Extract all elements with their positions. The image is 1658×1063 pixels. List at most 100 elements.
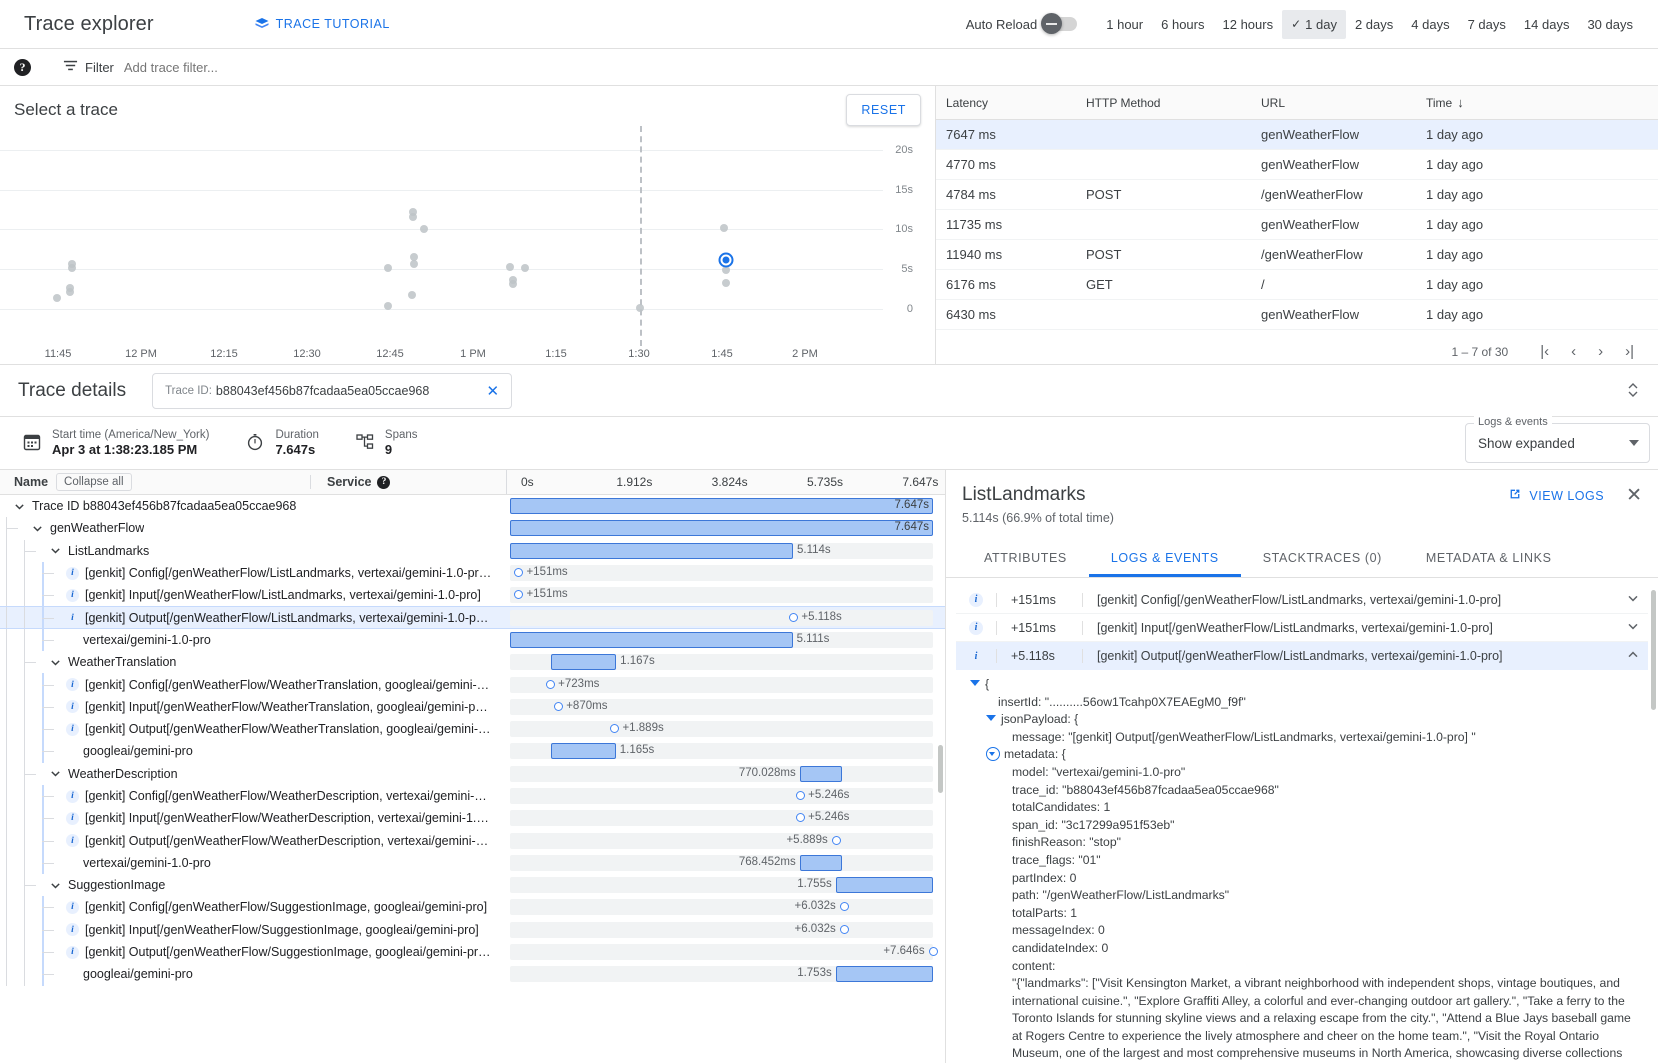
- range-button-1-day[interactable]: ✓1 day: [1282, 10, 1346, 39]
- table-row[interactable]: 6430 msgenWeatherFlow1 day ago: [936, 300, 1658, 330]
- range-button-6-hours[interactable]: 6 hours: [1152, 10, 1213, 39]
- trace-point[interactable]: [68, 264, 76, 272]
- log-event-row[interactable]: i+5.118s[genkit] Output[/genWeatherFlow/…: [956, 642, 1648, 670]
- chevron-up-icon[interactable]: [1618, 649, 1648, 664]
- span-row[interactable]: WeatherTranslation1.167s: [0, 651, 945, 673]
- span-row[interactable]: i[genkit] Input[/genWeatherFlow/Suggesti…: [0, 919, 945, 941]
- span-row[interactable]: i[genkit] Output[/genWeatherFlow/Weather…: [0, 718, 945, 740]
- span-row[interactable]: i[genkit] Config[/genWeatherFlow/Suggest…: [0, 896, 945, 918]
- table-row[interactable]: 6176 msGET/1 day ago: [936, 270, 1658, 300]
- span-row[interactable]: SuggestionImage1.755s: [0, 874, 945, 896]
- reset-button[interactable]: RESET: [846, 94, 921, 126]
- trace-point[interactable]: [410, 260, 418, 268]
- table-row[interactable]: 7647 msgenWeatherFlow1 day ago: [936, 120, 1658, 150]
- view-logs-button[interactable]: VIEW LOGS: [1508, 487, 1604, 504]
- table-row[interactable]: 4770 msgenWeatherFlow1 day ago: [936, 150, 1658, 180]
- next-page-button[interactable]: ›: [1590, 339, 1611, 364]
- tab-metadata-links[interactable]: METADATA & LINKS: [1404, 541, 1574, 577]
- latency-scatter-plot[interactable]: 20s15s10s5s011:4512 PM12:1512:3012:451 P…: [0, 126, 935, 364]
- tab-stacktraces-0[interactable]: STACKTRACES (0): [1241, 541, 1404, 577]
- range-button-4-days[interactable]: 4 days: [1402, 10, 1458, 39]
- table-row[interactable]: 4784 msPOST/genWeatherFlow1 day ago: [936, 180, 1658, 210]
- span-row[interactable]: i[genkit] Config[/genWeatherFlow/Weather…: [0, 673, 945, 695]
- span-row[interactable]: i[genkit] Output[/genWeatherFlow/Weather…: [0, 829, 945, 851]
- span-row[interactable]: i[genkit] Config[/genWeatherFlow/Weather…: [0, 785, 945, 807]
- column-header-time[interactable]: Time↓: [1416, 86, 1658, 120]
- event-marker-icon[interactable]: [929, 947, 938, 956]
- filter-button[interactable]: Filter: [63, 58, 114, 76]
- trace-tutorial-link[interactable]: TRACE TUTORIAL: [254, 16, 390, 32]
- table-row[interactable]: 11940 msPOST/genWeatherFlow1 day ago: [936, 240, 1658, 270]
- chevron-down-icon[interactable]: [1618, 592, 1648, 607]
- column-header-url[interactable]: URL: [1251, 86, 1416, 120]
- span-row[interactable]: i[genkit] Output[/genWeatherFlow/Suggest…: [0, 941, 945, 963]
- span-row[interactable]: ListLandmarks5.114s: [0, 540, 945, 562]
- service-help-icon[interactable]: ?: [377, 476, 390, 489]
- span-row[interactable]: i[genkit] Input[/genWeatherFlow/WeatherD…: [0, 807, 945, 829]
- trace-point[interactable]: [506, 263, 514, 271]
- expand-triangle-icon[interactable]: [970, 680, 980, 686]
- event-marker-icon[interactable]: [840, 925, 849, 934]
- span-row[interactable]: vertexai/gemini-1.0-pro768.452ms: [0, 852, 945, 874]
- chevron-down-icon[interactable]: [30, 521, 44, 535]
- tab-logs-events[interactable]: LOGS & EVENTS: [1089, 541, 1241, 577]
- logs-events-select[interactable]: Show expanded: [1465, 423, 1650, 463]
- span-row[interactable]: WeatherDescription770.028ms: [0, 763, 945, 785]
- range-button-1-hour[interactable]: 1 hour: [1097, 10, 1152, 39]
- auto-reload-toggle[interactable]: [1043, 17, 1077, 31]
- span-duration-bar[interactable]: [510, 543, 793, 559]
- range-button-30-days[interactable]: 30 days: [1578, 10, 1642, 39]
- selected-trace-point[interactable]: [721, 254, 732, 265]
- tree-scrollbar-thumb[interactable]: [938, 745, 943, 793]
- trace-point[interactable]: [53, 294, 61, 302]
- event-marker-icon[interactable]: [554, 702, 563, 711]
- trace-point[interactable]: [720, 224, 728, 232]
- span-tree-body[interactable]: Trace ID b88043ef456b87fcadaa5ea05ccae96…: [0, 495, 945, 1063]
- trace-point[interactable]: [521, 264, 529, 272]
- column-header-http-method[interactable]: HTTP Method: [1076, 86, 1251, 120]
- chevron-down-icon[interactable]: [48, 544, 62, 558]
- trace-point[interactable]: [384, 264, 392, 272]
- span-row[interactable]: Trace ID b88043ef456b87fcadaa5ea05ccae96…: [0, 495, 945, 517]
- chevron-down-icon[interactable]: [1618, 620, 1648, 635]
- close-panel-icon[interactable]: ✕: [1626, 486, 1642, 505]
- tab-attributes[interactable]: ATTRIBUTES: [962, 541, 1089, 577]
- last-page-button[interactable]: ›|: [1617, 339, 1642, 364]
- span-duration-bar[interactable]: [836, 966, 933, 982]
- span-row[interactable]: googleai/gemini-pro1.165s: [0, 740, 945, 762]
- expand-collapse-icon[interactable]: [1626, 380, 1640, 402]
- span-duration-bar[interactable]: [800, 855, 842, 871]
- range-button-7-days[interactable]: 7 days: [1459, 10, 1515, 39]
- chevron-down-icon[interactable]: [48, 878, 62, 892]
- span-row[interactable]: i[genkit] Input[/genWeatherFlow/WeatherT…: [0, 696, 945, 718]
- span-duration-bar[interactable]: [510, 498, 933, 514]
- collapse-circle-icon[interactable]: [986, 747, 1000, 761]
- range-button-12-hours[interactable]: 12 hours: [1214, 10, 1283, 39]
- first-page-button[interactable]: |‹: [1532, 339, 1557, 364]
- span-row[interactable]: vertexai/gemini-1.0-pro5.111s: [0, 629, 945, 651]
- span-duration-bar[interactable]: [551, 743, 615, 759]
- collapse-all-button[interactable]: Collapse all: [56, 473, 131, 491]
- expand-triangle-icon[interactable]: [986, 715, 996, 721]
- trace-point[interactable]: [636, 304, 644, 312]
- range-button-2-days[interactable]: 2 days: [1346, 10, 1402, 39]
- trace-point[interactable]: [722, 279, 730, 287]
- log-event-row[interactable]: i+151ms[genkit] Config[/genWeatherFlow/L…: [956, 586, 1648, 614]
- span-row[interactable]: i[genkit] Output[/genWeatherFlow/ListLan…: [0, 606, 945, 628]
- event-marker-icon[interactable]: [832, 836, 841, 845]
- event-marker-icon[interactable]: [546, 680, 555, 689]
- prev-page-button[interactable]: ‹: [1563, 339, 1584, 364]
- trace-point[interactable]: [409, 213, 417, 221]
- span-duration-bar[interactable]: [510, 520, 933, 536]
- clear-trace-id-icon[interactable]: ✕: [482, 382, 503, 400]
- trace-point[interactable]: [66, 288, 74, 296]
- span-row[interactable]: i[genkit] Input[/genWeatherFlow/ListLand…: [0, 584, 945, 606]
- trace-id-field[interactable]: Trace ID: b88043ef456b87fcadaa5ea05ccae9…: [152, 373, 512, 409]
- detail-scrollbar-thumb[interactable]: [1651, 590, 1656, 710]
- trace-point[interactable]: [420, 225, 428, 233]
- span-row[interactable]: i[genkit] Config[/genWeatherFlow/ListLan…: [0, 562, 945, 584]
- trace-point[interactable]: [722, 266, 730, 274]
- span-duration-bar[interactable]: [510, 632, 793, 648]
- span-row[interactable]: googleai/gemini-pro1.753s: [0, 963, 945, 985]
- event-marker-icon[interactable]: [789, 613, 798, 622]
